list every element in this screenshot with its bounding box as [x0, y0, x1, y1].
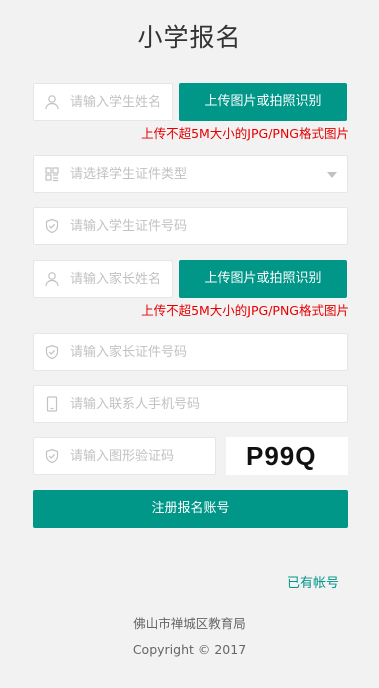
student-name-field[interactable]: [33, 83, 173, 121]
footer-copyright: Copyright © 2017: [132, 642, 247, 657]
parent-upload-button[interactable]: 上传图片或拍照识别: [179, 260, 347, 298]
captcha-image[interactable]: P99Q: [226, 437, 348, 475]
phone-icon: [44, 396, 60, 412]
chevron-down-icon[interactable]: [327, 172, 337, 178]
shield-icon: [44, 218, 60, 234]
parent-upload-hint: 上传不超5M大小的JPG/PNG格式图片: [141, 303, 349, 318]
shield-icon: [44, 448, 60, 464]
contact-phone-field[interactable]: [33, 385, 348, 423]
page-title: 小学报名: [137, 23, 242, 52]
footer-org: 佛山市禅城区教育局: [133, 616, 246, 631]
user-icon: [44, 94, 60, 110]
student-upload-hint: 上传不超5M大小的JPG/PNG格式图片: [141, 126, 349, 141]
student-upload-button[interactable]: 上传图片或拍照识别: [179, 83, 347, 121]
grid-icon: [44, 166, 60, 182]
captcha-field[interactable]: [33, 437, 216, 475]
shield-icon: [44, 344, 60, 360]
register-button[interactable]: 注册报名账号: [33, 490, 348, 528]
parent-name-field[interactable]: [33, 260, 173, 298]
student-id-number-input[interactable]: [70, 208, 330, 244]
student-id-type-select[interactable]: [33, 155, 348, 193]
parent-id-number-input[interactable]: [70, 334, 330, 370]
student-id-type-input[interactable]: [70, 156, 310, 192]
parent-name-input[interactable]: [70, 261, 170, 297]
student-id-number-field[interactable]: [33, 207, 348, 245]
user-icon: [44, 271, 60, 287]
student-name-input[interactable]: [70, 84, 170, 120]
captcha-text: P99Q: [246, 441, 317, 471]
parent-id-number-field[interactable]: [33, 333, 348, 371]
have-account-link[interactable]: 已有帐号: [287, 572, 339, 591]
contact-phone-input[interactable]: [70, 386, 330, 422]
captcha-input[interactable]: [70, 438, 210, 474]
